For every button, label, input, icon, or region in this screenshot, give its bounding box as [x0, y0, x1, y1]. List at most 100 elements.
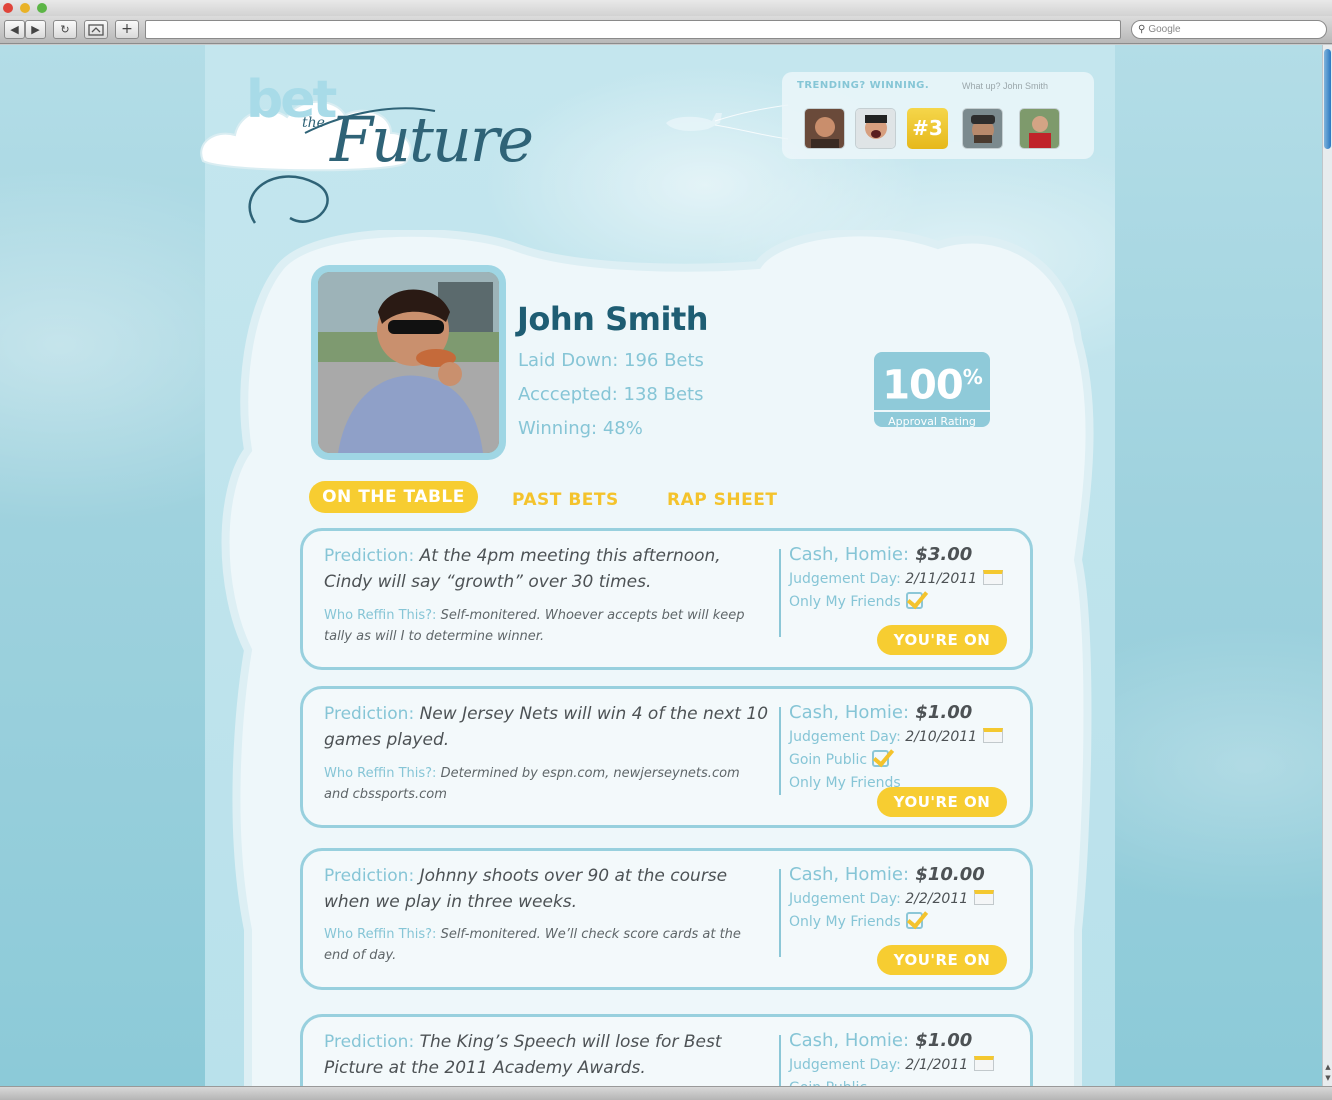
bet-prediction: Prediction: At the 4pm meeting this afte… — [324, 543, 774, 595]
youre-on-button[interactable]: YOU'RE ON — [877, 787, 1007, 817]
bet-prediction: Prediction: Johnny shoots over 90 at the… — [324, 863, 774, 915]
cash-label: Cash, Homie: — [789, 864, 910, 885]
stat-laid-down: Laid Down: 196 Bets — [518, 350, 704, 371]
cash-value: $10.00 — [915, 864, 985, 885]
scroll-up-icon[interactable]: ▲ — [1324, 1063, 1332, 1071]
bet-details: Cash, Homie: $3.00 Judgement Day: 2/11/2… — [789, 542, 1019, 614]
snapback-button[interactable] — [84, 20, 108, 39]
approval-label: Approval Rating — [874, 410, 990, 432]
tab-past-bets[interactable]: PAST BETS — [512, 484, 619, 516]
trending-rank-badge: #3 — [907, 108, 948, 149]
calendar-icon[interactable] — [974, 890, 995, 905]
bet-referee: Who Reffin This?: Determined by espn.com… — [324, 763, 764, 805]
search-field[interactable]: ⚲ Google — [1131, 20, 1327, 39]
judgement-date: 2/11/2011 — [905, 571, 978, 587]
approval-rating-badge: 100% Approval Rating — [874, 352, 990, 428]
calendar-icon[interactable] — [983, 570, 1004, 585]
status-bar — [0, 1086, 1332, 1100]
bet-prediction: Prediction: The King’s Speech will lose … — [324, 1029, 774, 1081]
profile-avatar-image — [318, 272, 499, 453]
bet-card: Prediction: Johnny shoots over 90 at the… — [300, 848, 1033, 990]
close-window-button[interactable] — [3, 3, 13, 13]
cash-value: $1.00 — [915, 1030, 973, 1051]
judgement-label: Judgement Day: — [789, 571, 901, 587]
referee-label: Who Reffin This?: — [324, 766, 437, 781]
bet-referee: Who Reffin This?: Self-monitered. Whoeve… — [324, 605, 764, 647]
judgement-label: Judgement Day: — [789, 729, 901, 745]
stat-winning: Winning: 48% — [518, 418, 643, 439]
prediction-label: Prediction: — [324, 704, 415, 724]
youre-on-button[interactable]: YOU'RE ON — [877, 625, 1007, 655]
zoom-window-button[interactable] — [37, 3, 47, 13]
visibility-option: Goin Public — [789, 752, 868, 768]
judgement-date: 2/2/2011 — [905, 891, 969, 907]
trending-avatar[interactable] — [962, 108, 1003, 149]
calendar-icon[interactable] — [983, 728, 1004, 743]
referee-label: Who Reffin This?: — [324, 608, 437, 623]
minimize-window-button[interactable] — [20, 3, 30, 13]
bet-prediction: Prediction: New Jersey Nets will win 4 o… — [324, 701, 774, 753]
tab-rap-sheet[interactable]: RAP SHEET — [667, 484, 777, 516]
greeting-text[interactable]: What up? John Smith — [962, 81, 1048, 91]
trending-avatar[interactable] — [804, 108, 845, 149]
prediction-label: Prediction: — [324, 546, 415, 566]
judgement-date: 2/1/2011 — [905, 1057, 969, 1073]
trending-avatar[interactable] — [855, 108, 896, 149]
approval-value: 100 — [882, 362, 963, 409]
stat-accepted: Acccepted: 138 Bets — [518, 384, 704, 405]
prediction-label: Prediction: — [324, 866, 415, 886]
forward-button[interactable]: ▶ — [25, 20, 46, 39]
vertical-scrollbar[interactable]: ▲ ▼ — [1322, 45, 1332, 1086]
trending-title: TRENDING? WINNING. — [797, 80, 930, 91]
window-titlebar — [0, 0, 1332, 16]
cash-label: Cash, Homie: — [789, 544, 910, 565]
cash-value: $3.00 — [915, 544, 973, 565]
profile-photo[interactable] — [311, 265, 506, 460]
back-icon: ◀ — [10, 23, 19, 36]
cash-label: Cash, Homie: — [789, 702, 910, 723]
checkbox-icon[interactable] — [872, 750, 890, 767]
search-icon: ⚲ — [1138, 24, 1146, 35]
bet-card: Prediction: At the 4pm meeting this afte… — [300, 528, 1033, 670]
person-icon — [1020, 109, 1059, 148]
bet-details: Cash, Homie: $10.00 Judgement Day: 2/2/2… — [789, 862, 1019, 934]
reload-icon: ↻ — [60, 23, 70, 36]
card-divider — [779, 549, 781, 637]
browser-toolbar: ◀ ▶ ↻ + ⚲ Google — [0, 16, 1332, 44]
card-divider — [779, 869, 781, 957]
judgement-label: Judgement Day: — [789, 1057, 901, 1073]
youre-on-button[interactable]: YOU'RE ON — [877, 945, 1007, 975]
scroll-down-icon[interactable]: ▼ — [1324, 1074, 1332, 1082]
judgement-label: Judgement Day: — [789, 891, 901, 907]
judgement-date: 2/10/2011 — [905, 729, 978, 745]
prediction-label: Prediction: — [324, 1032, 415, 1052]
person-icon — [856, 109, 895, 148]
tab-on-the-table[interactable]: ON THE TABLE — [309, 481, 478, 513]
checkbox-icon[interactable] — [905, 912, 923, 929]
cash-label: Cash, Homie: — [789, 1030, 910, 1051]
trending-avatar[interactable] — [1019, 108, 1060, 149]
scrollbar-thumb[interactable] — [1324, 49, 1331, 149]
bet-details: Cash, Homie: $1.00 Judgement Day: 2/10/2… — [789, 700, 1019, 795]
approval-unit: % — [962, 365, 983, 389]
logo-future-text: Future — [330, 103, 534, 176]
address-bar[interactable] — [145, 20, 1121, 39]
forward-icon: ▶ — [31, 23, 40, 36]
snapback-icon — [88, 24, 104, 36]
back-button[interactable]: ◀ — [4, 20, 25, 39]
add-bookmark-button[interactable]: + — [115, 20, 139, 39]
bet-card: Prediction: New Jersey Nets will win 4 o… — [300, 686, 1033, 828]
person-icon — [805, 109, 844, 148]
referee-label: Who Reffin This?: — [324, 927, 437, 942]
checkbox-icon[interactable] — [905, 592, 923, 609]
cash-value: $1.00 — [915, 702, 973, 723]
visibility-option: Only My Friends — [789, 594, 901, 610]
plus-icon: + — [121, 21, 133, 37]
search-placeholder: Google — [1148, 24, 1181, 35]
reload-button[interactable]: ↻ — [53, 20, 77, 39]
card-divider — [779, 707, 781, 795]
visibility-option: Only My Friends — [789, 914, 901, 930]
trending-panel: TRENDING? WINNING. What up? John Smith #… — [782, 72, 1094, 159]
calendar-icon[interactable] — [974, 1056, 995, 1071]
person-icon — [963, 109, 1002, 148]
